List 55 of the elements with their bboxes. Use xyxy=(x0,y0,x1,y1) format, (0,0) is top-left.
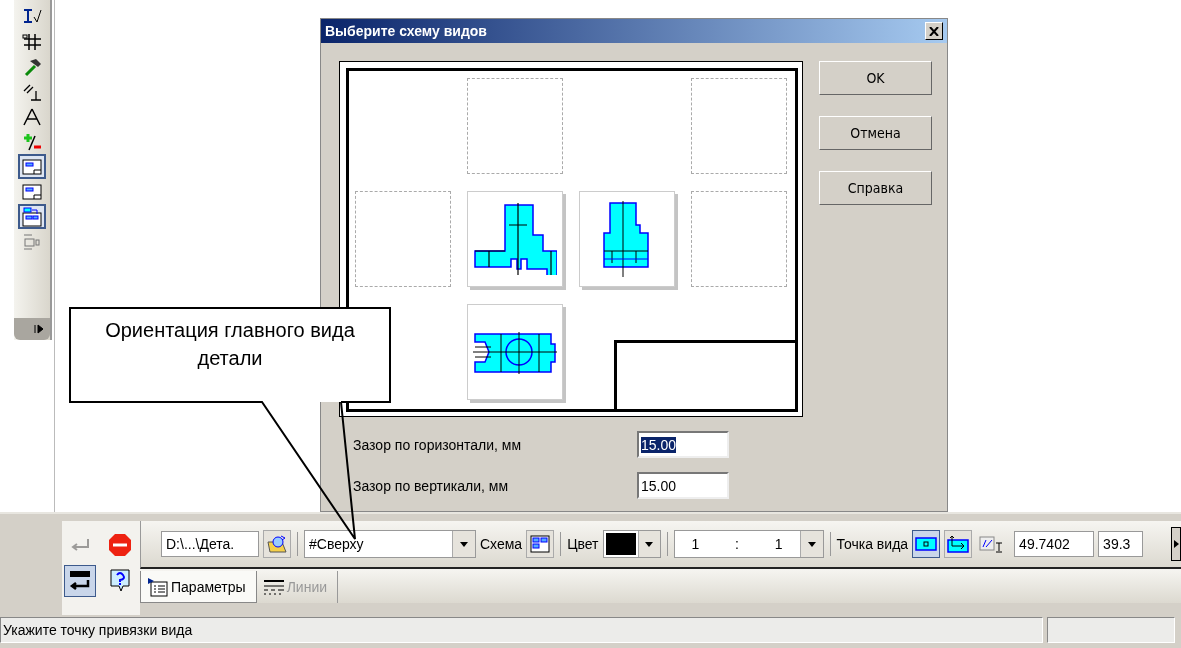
view-point-button[interactable] xyxy=(944,530,973,558)
orientation-dropdown[interactable]: #Сверху xyxy=(304,530,476,558)
more-button[interactable] xyxy=(1171,527,1181,561)
move-point-icon xyxy=(947,534,970,554)
expand-tab[interactable] xyxy=(14,318,50,340)
caret-icon xyxy=(807,541,816,547)
dialog-title: Выберите схему видов xyxy=(325,23,487,39)
panel-tab[interactable]: Параметры xyxy=(140,571,257,603)
dialog-button[interactable]: OK xyxy=(819,61,932,95)
expand-icon xyxy=(34,324,44,334)
stop-icon xyxy=(108,533,132,557)
scale-text: 1 xyxy=(690,536,701,552)
align-icon xyxy=(21,231,43,252)
caret-icon xyxy=(645,541,654,547)
close-icon xyxy=(929,26,939,36)
sheet-icon xyxy=(21,156,43,177)
scale-text: 1 xyxy=(773,536,784,552)
gap-input[interactable]: 15.00 xyxy=(637,472,729,499)
color-dropdown[interactable] xyxy=(602,530,661,558)
help-icon xyxy=(109,568,131,594)
x-coordinate-field[interactable]: 49.7402 xyxy=(1014,531,1095,557)
front-view-button[interactable] xyxy=(467,191,563,287)
close-button[interactable] xyxy=(925,22,943,40)
views-icon xyxy=(21,206,43,227)
tool-button[interactable] xyxy=(18,204,46,229)
scheme-label: Схема xyxy=(480,536,523,552)
anchor-point-icon xyxy=(915,536,938,552)
sheet-icon xyxy=(21,181,43,202)
dialog-button[interactable]: Отмена xyxy=(819,116,932,150)
view-point-button[interactable] xyxy=(912,530,941,558)
top-view-button[interactable] xyxy=(467,304,563,400)
gap-label: Зазор по горизонтали, мм xyxy=(353,436,523,453)
file-path-field[interactable]: D:\...\Дета. xyxy=(161,531,259,557)
gap-input[interactable]: 15.00 xyxy=(637,431,729,458)
grid-icon xyxy=(21,31,43,52)
chevron-right-icon xyxy=(1173,540,1179,548)
plusminus-icon xyxy=(21,131,43,152)
dialog-button[interactable]: Справка xyxy=(819,171,932,205)
open-file-button[interactable] xyxy=(263,530,291,558)
callout-text: Ориентация главного вида детали xyxy=(105,318,355,371)
view-point-label: Точка вида xyxy=(836,536,909,552)
parameters-icon xyxy=(147,576,169,597)
layout-icon xyxy=(530,535,551,553)
scheme-button[interactable] xyxy=(526,530,555,558)
gap-label: Зазор по вертикали, мм xyxy=(353,477,510,494)
auto-button[interactable] xyxy=(64,565,96,597)
color-label: Цвет xyxy=(567,536,599,552)
lines-icon xyxy=(262,579,285,595)
tool-button[interactable] xyxy=(18,154,46,179)
y-coordinate-field[interactable]: 39.3 xyxy=(1098,531,1144,557)
scale-text: : xyxy=(734,536,740,552)
folder-icon xyxy=(266,534,288,554)
status-text: Укажите точку привязки вида xyxy=(3,622,193,638)
caret-icon xyxy=(460,541,468,547)
side-view-button[interactable] xyxy=(579,191,675,287)
